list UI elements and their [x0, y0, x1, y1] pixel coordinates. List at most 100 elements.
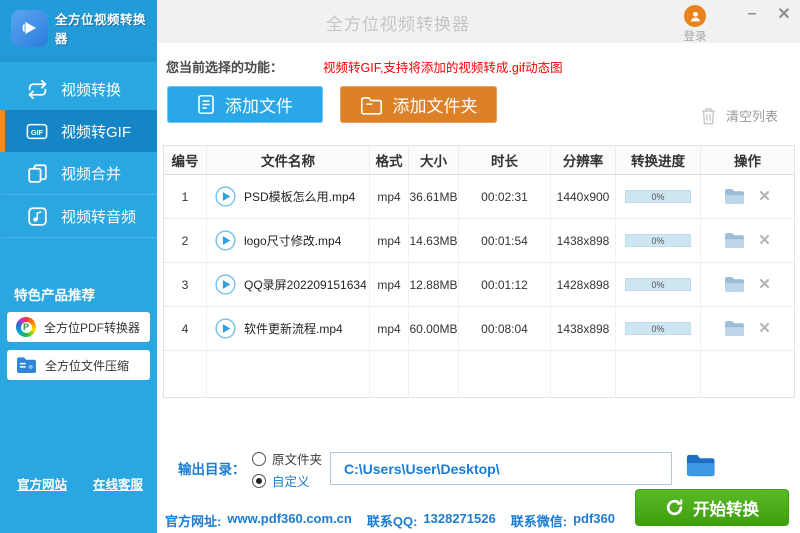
sidebar-item-video-to-audio[interactable]: 视频转音频: [0, 195, 157, 238]
radio-icon[interactable]: [252, 474, 266, 488]
table-row: 4 软件更新流程.mp4 mp4 60.00MB 00:08:04 1438x8…: [164, 307, 794, 351]
clear-list-label: 清空列表: [726, 106, 778, 125]
row-resolution: 1428x898: [551, 263, 616, 306]
product-label: 全方位文件压缩: [45, 357, 129, 374]
pdf-converter-icon: P: [16, 317, 36, 337]
remove-row-icon[interactable]: ✕: [758, 233, 771, 248]
row-duration: 00:01:12: [459, 263, 551, 306]
sidebar: 全方位视频转换器 视频转换 GIF 视频转GIF 视频合并: [0, 0, 157, 533]
function-label: 您当前选择的功能：: [166, 57, 283, 76]
open-folder-icon[interactable]: [724, 232, 745, 249]
row-size: 36.61MB: [409, 175, 459, 218]
login-label: 登录: [672, 28, 718, 44]
minimize-button[interactable]: –: [741, 4, 763, 24]
sidebar-item-video-to-gif[interactable]: GIF 视频转GIF: [0, 110, 157, 152]
remove-row-icon[interactable]: ✕: [758, 321, 771, 336]
row-filename-cell: 软件更新流程.mp4: [207, 307, 370, 350]
product-label: 全方位PDF转换器: [44, 319, 140, 336]
empty-cell: [207, 351, 370, 397]
add-file-button[interactable]: 添加文件: [167, 86, 323, 123]
row-format: mp4: [370, 263, 409, 306]
radio-custom-folder[interactable]: 自定义: [252, 471, 310, 490]
titlebar: 全方位视频转换器 登录 – ✕: [157, 0, 800, 43]
col-size: 大小: [409, 146, 459, 174]
open-folder-icon[interactable]: [724, 276, 745, 293]
close-button[interactable]: ✕: [773, 4, 795, 24]
empty-cell: [164, 351, 207, 397]
document-icon: [197, 94, 215, 115]
sidebar-item-label: 视频转换: [61, 79, 121, 100]
toolbar: 添加文件 添加文件夹: [167, 86, 497, 123]
row-size: 60.00MB: [409, 307, 459, 350]
add-file-label: 添加文件: [225, 92, 293, 117]
music-icon: [26, 205, 48, 227]
progress-bar: 0%: [625, 234, 691, 247]
row-progress-cell: 0%: [616, 263, 701, 306]
radio-custom-label: 自定义: [272, 471, 310, 490]
empty-cell: [409, 351, 459, 397]
play-icon[interactable]: [215, 318, 236, 339]
play-icon[interactable]: [215, 186, 236, 207]
row-resolution: 1438x898: [551, 219, 616, 262]
col-format: 格式: [370, 146, 409, 174]
browse-folder-button[interactable]: [684, 451, 716, 481]
sidebar-item-label: 视频转音频: [61, 206, 136, 227]
app-window: 全方位视频转换器 视频转换 GIF 视频转GIF 视频合并: [0, 0, 800, 533]
remove-row-icon[interactable]: ✕: [758, 189, 771, 204]
empty-cell: [616, 351, 701, 397]
file-compress-icon: ÷: [16, 356, 37, 374]
row-resolution: 1440x900: [551, 175, 616, 218]
row-filename: QQ录屏20220915163414.mp4: [244, 276, 366, 293]
brand-name: 全方位视频转换器: [55, 9, 157, 47]
product-pdf-converter[interactable]: P 全方位PDF转换器: [7, 312, 150, 342]
function-bar: 您当前选择的功能： 视频转GIF,支持将添加的视频转成.gif动态图: [166, 57, 563, 76]
progress-bar: 0%: [625, 278, 691, 291]
online-support-link[interactable]: 在线客服: [93, 474, 143, 493]
table-row: 3 QQ录屏20220915163414.mp4 mp4 12.88MB 00:…: [164, 263, 794, 307]
add-folder-label: 添加文件夹: [393, 92, 478, 117]
login-button[interactable]: 登录: [672, 5, 718, 44]
promo-heading: 特色产品推荐: [0, 284, 157, 304]
row-duration: 00:01:54: [459, 219, 551, 262]
row-actions: ✕: [701, 307, 794, 350]
col-number: 编号: [164, 146, 207, 174]
radio-icon[interactable]: [252, 452, 266, 466]
open-folder-icon[interactable]: [724, 320, 745, 337]
row-progress-cell: 0%: [616, 219, 701, 262]
product-file-compress[interactable]: ÷ 全方位文件压缩: [7, 350, 150, 380]
radio-original-label: 原文件夹: [272, 449, 322, 468]
play-icon[interactable]: [215, 274, 236, 295]
row-format: mp4: [370, 307, 409, 350]
empty-cell: [459, 351, 551, 397]
row-actions: ✕: [701, 263, 794, 306]
site-label: 官方网址:: [165, 511, 221, 530]
start-convert-label: 开始转换: [693, 496, 759, 520]
row-progress-cell: 0%: [616, 175, 701, 218]
row-number: 4: [164, 307, 207, 350]
sidebar-item-video-merge[interactable]: 视频合并: [0, 152, 157, 195]
sidebar-item-video-convert[interactable]: 视频转换: [0, 68, 157, 110]
table-row: 2 logo尺寸修改.mp4 mp4 14.63MB 00:01:54 1438…: [164, 219, 794, 263]
sidebar-item-label: 视频转GIF: [61, 121, 131, 142]
progress-bar: 0%: [625, 190, 691, 203]
official-site-link[interactable]: 官方网站: [17, 474, 67, 493]
add-folder-button[interactable]: 添加文件夹: [340, 86, 497, 123]
main-panel: 您当前选择的功能： 视频转GIF,支持将添加的视频转成.gif动态图 添加文件 …: [157, 43, 800, 533]
open-folder-icon[interactable]: [724, 188, 745, 205]
row-number: 1: [164, 175, 207, 218]
convert-icon: [665, 498, 684, 517]
qq-value: 1328271526: [423, 511, 495, 530]
radio-original-folder[interactable]: 原文件夹: [252, 449, 322, 468]
start-convert-button[interactable]: 开始转换: [635, 489, 789, 526]
svg-text:GIF: GIF: [31, 127, 44, 136]
row-actions: ✕: [701, 219, 794, 262]
sidebar-menu: 视频转换 GIF 视频转GIF 视频合并 视频转音频: [0, 68, 157, 238]
row-filename: PSD模板怎么用.mp4: [244, 188, 355, 205]
row-filename: 软件更新流程.mp4: [244, 320, 343, 337]
play-icon[interactable]: [215, 230, 236, 251]
remove-row-icon[interactable]: ✕: [758, 277, 771, 292]
user-icon: [684, 5, 706, 27]
clear-list-button[interactable]: 清空列表: [700, 106, 778, 125]
app-logo-icon: [11, 10, 48, 47]
output-path-input[interactable]: [330, 452, 672, 485]
